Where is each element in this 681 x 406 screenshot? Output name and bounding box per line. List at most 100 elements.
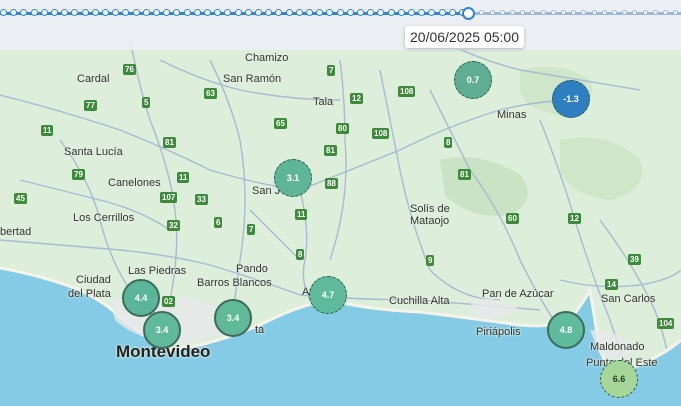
route-shield: 80	[336, 123, 349, 134]
timeline-step[interactable]	[81, 9, 89, 16]
value-marker[interactable]: 4.8	[547, 311, 585, 349]
place-label: Ciudad	[76, 274, 111, 286]
route-shield: 11	[41, 125, 54, 136]
value-marker[interactable]: 4.7	[309, 276, 347, 314]
timeline-step[interactable]	[183, 9, 191, 16]
timeline-step[interactable]	[61, 9, 69, 16]
value-marker[interactable]: 3.4	[143, 311, 181, 349]
timeline-step[interactable]	[326, 9, 334, 16]
place-label: San Carlos	[601, 293, 656, 305]
timeline-step[interactable]	[408, 9, 415, 16]
timeline-step[interactable]	[316, 9, 324, 16]
timeline-step[interactable]	[10, 9, 18, 16]
route-shield: 5	[142, 97, 151, 108]
timeline-step[interactable]	[163, 9, 171, 16]
timeline-step[interactable]	[102, 9, 109, 16]
place-label: Cardal	[77, 73, 110, 85]
timeline-step[interactable]	[377, 9, 385, 16]
timeline-step[interactable]	[71, 9, 79, 16]
route-shield: 65	[274, 118, 287, 129]
timeline-step[interactable]	[581, 10, 587, 15]
timeline-step[interactable]	[224, 9, 232, 16]
timeline-step[interactable]	[346, 9, 354, 16]
timeline-step[interactable]	[530, 10, 536, 15]
timeline-step[interactable]	[520, 10, 526, 15]
timeline-step[interactable]	[336, 9, 344, 16]
timeline-step[interactable]	[367, 9, 375, 16]
place-label: bertad	[0, 226, 32, 238]
place-label: ta	[255, 324, 265, 336]
timeline-step[interactable]	[499, 10, 505, 15]
route-shield: 60	[506, 213, 519, 224]
timeline-step[interactable]	[306, 9, 313, 16]
timeline-step[interactable]	[357, 9, 364, 16]
timeline-step[interactable]	[489, 10, 495, 15]
timeline-step[interactable]	[193, 9, 201, 16]
value-marker[interactable]: 3.1	[274, 159, 312, 197]
timeline-step[interactable]	[20, 9, 28, 16]
route-shield: 33	[195, 194, 208, 205]
timeline-step[interactable]	[214, 9, 222, 16]
timeline-step[interactable]	[244, 9, 252, 16]
timeline-step[interactable]	[632, 10, 638, 15]
timeline-step[interactable]	[112, 9, 120, 16]
route-shield: 8	[296, 249, 305, 260]
value-marker[interactable]: 3.4	[214, 299, 252, 337]
timeline-step[interactable]	[275, 9, 283, 16]
timeline-step[interactable]	[387, 9, 395, 16]
timeline-step[interactable]	[40, 9, 48, 16]
place-label: Minas	[497, 109, 527, 121]
timeline-step[interactable]	[265, 9, 273, 16]
route-shield: 6	[214, 217, 223, 228]
timeline-step[interactable]	[591, 10, 597, 15]
timeline-step[interactable]	[51, 9, 58, 16]
timeline-step[interactable]	[30, 9, 38, 16]
timeline-step[interactable]	[295, 9, 303, 16]
timeline-step[interactable]	[663, 10, 668, 15]
timeline-step[interactable]	[510, 10, 515, 15]
place-label: Los Cerrillos	[73, 212, 135, 224]
timeline-step[interactable]	[571, 10, 577, 15]
timeline-step[interactable]	[173, 9, 181, 16]
timeline-step[interactable]	[122, 9, 130, 16]
timeline-step[interactable]	[550, 10, 556, 15]
timeline-handle[interactable]	[462, 7, 475, 20]
timeline-step[interactable]	[153, 9, 160, 16]
timeline-step[interactable]	[428, 9, 436, 16]
timeline-step[interactable]	[622, 10, 628, 15]
route-shield: 108	[398, 86, 416, 97]
route-shield: 108	[372, 128, 390, 139]
timeline-step[interactable]	[448, 9, 456, 16]
map-canvas[interactable]	[0, 0, 681, 406]
timeline-step[interactable]	[255, 9, 262, 16]
timeline-step[interactable]	[561, 10, 566, 15]
timeline-step[interactable]	[204, 9, 211, 16]
timeline-step[interactable]	[91, 9, 99, 16]
timeline-steps	[0, 9, 681, 18]
timeline-step[interactable]	[601, 10, 607, 15]
place-label: Piriápolis	[476, 326, 521, 338]
timeline-step[interactable]	[0, 9, 7, 16]
timeline-step[interactable]	[540, 10, 546, 15]
timeline-step[interactable]	[612, 10, 617, 15]
route-shield: 45	[14, 193, 27, 204]
timeline-step[interactable]	[142, 9, 150, 16]
place-label: Las Piedras	[128, 265, 187, 277]
timeline-step[interactable]	[652, 10, 658, 15]
timeline-step[interactable]	[438, 9, 446, 16]
timeline-step[interactable]	[234, 9, 242, 16]
timeline-step[interactable]	[479, 10, 485, 15]
place-label: Santa Lucía	[64, 146, 123, 158]
timeline-step[interactable]	[418, 9, 426, 16]
route-shield: 12	[568, 213, 581, 224]
timeline-step[interactable]	[673, 10, 679, 15]
route-shield: 14	[605, 279, 618, 290]
value-marker[interactable]: -1.3	[552, 80, 590, 118]
value-marker[interactable]: 0.7	[454, 61, 492, 99]
timeline-step[interactable]	[285, 9, 293, 16]
value-marker[interactable]: 6.6	[600, 360, 638, 398]
timeline-step[interactable]	[397, 9, 405, 16]
timeline-step[interactable]	[132, 9, 140, 16]
timeline-step[interactable]	[642, 10, 648, 15]
place-label: Maldonado	[590, 341, 645, 353]
